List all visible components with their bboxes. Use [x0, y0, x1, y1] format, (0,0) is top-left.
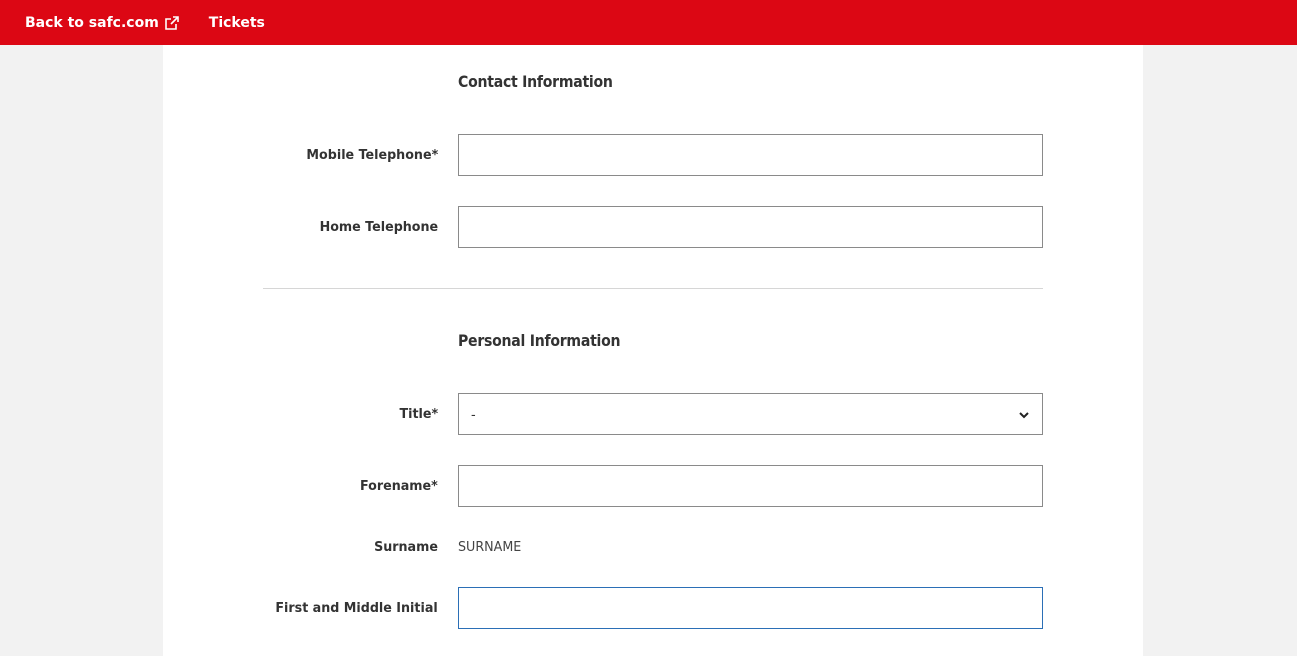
forename-label: Forename* [360, 478, 438, 494]
initials-row: First and Middle Initial [163, 587, 1143, 629]
title-label: Title* [399, 406, 438, 422]
home-telephone-input[interactable] [458, 206, 1043, 248]
form-panel: Contact Information Mobile Telephone* Ho… [163, 45, 1143, 656]
back-to-site-label: Back to safc.com [25, 14, 159, 31]
home-telephone-label: Home Telephone [319, 219, 438, 235]
title-row: Title* - [163, 393, 1143, 435]
contact-information-heading: Contact Information [458, 72, 613, 91]
surname-label: Surname [374, 539, 438, 555]
surname-value: SURNAME [458, 539, 522, 555]
back-to-site-link[interactable]: Back to safc.com [25, 15, 180, 31]
external-link-icon [164, 15, 180, 31]
mobile-telephone-label: Mobile Telephone* [306, 147, 438, 163]
mobile-telephone-row: Mobile Telephone* [163, 134, 1143, 176]
title-select[interactable]: - [458, 393, 1043, 435]
forename-input[interactable] [458, 465, 1043, 507]
top-navigation-bar: Back to safc.com Tickets [0, 0, 1297, 45]
title-selected-value: - [471, 406, 476, 422]
initials-input[interactable] [458, 587, 1043, 629]
tickets-link[interactable]: Tickets [209, 15, 265, 31]
surname-row: Surname SURNAME [163, 526, 1143, 568]
forename-row: Forename* [163, 465, 1143, 507]
home-telephone-row: Home Telephone [163, 206, 1143, 248]
personal-information-heading: Personal Information [458, 331, 621, 350]
initials-label: First and Middle Initial [275, 600, 438, 616]
chevron-down-icon [1018, 408, 1030, 420]
mobile-telephone-input[interactable] [458, 134, 1043, 176]
section-divider [263, 288, 1043, 289]
